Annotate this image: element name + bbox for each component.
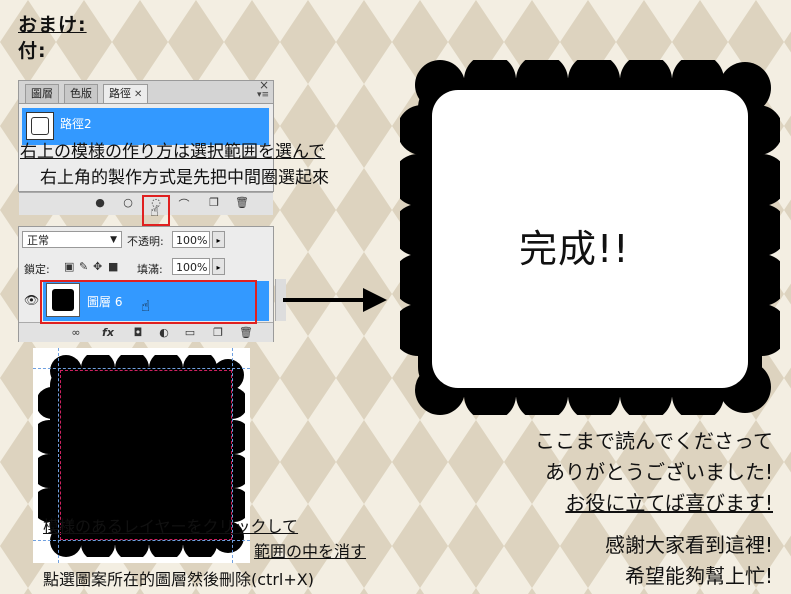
tab-paths[interactable]: 路徑 ✕ bbox=[103, 84, 149, 103]
tab-channels[interactable]: 色版 bbox=[64, 84, 98, 103]
step2-jp-annotation-a: 模様のあるレイヤーをクリックして bbox=[43, 517, 299, 536]
thanks-zh-line2: 希望能夠幫上忙! bbox=[624, 564, 773, 588]
stroke-path-icon[interactable]: ○ bbox=[121, 196, 135, 209]
fill-label: 填滿: bbox=[137, 263, 163, 276]
hand-cursor-icon: ☝ bbox=[150, 202, 160, 220]
lock-brush-icon[interactable]: ✎ bbox=[79, 260, 88, 273]
step2-zh-annotation: 點選圖案所在的圖層然後刪除(ctrl+X) bbox=[43, 570, 314, 589]
path-name: 路徑2 bbox=[60, 117, 92, 131]
close-icon[interactable]: ✕ bbox=[134, 89, 142, 100]
trash-icon[interactable]: 🗑 bbox=[239, 326, 253, 339]
lock-icon[interactable]: ■ bbox=[108, 260, 118, 273]
chevron-down-icon: ▼ bbox=[110, 235, 117, 245]
result-label: 完成!! bbox=[519, 227, 630, 271]
mask-icon[interactable]: ◘ bbox=[131, 326, 145, 339]
header-subtitle: 付: bbox=[18, 40, 47, 62]
opacity-field[interactable]: 100% bbox=[172, 231, 210, 248]
lock-transparent-icon[interactable]: ▣ bbox=[64, 260, 74, 273]
step2-jp-annotation-b: 範囲の中を消す bbox=[254, 542, 367, 561]
blend-mode-select[interactable]: 正常 ▼ bbox=[22, 231, 122, 248]
thanks-jp-line2: ありがとうございました! bbox=[544, 460, 773, 484]
group-icon[interactable]: ▭ bbox=[183, 326, 197, 339]
guide-line bbox=[33, 368, 250, 369]
arrow-head bbox=[363, 288, 387, 312]
trash-icon[interactable]: 🗑 bbox=[235, 196, 249, 209]
thanks-jp-line3: お役に立てば喜びます! bbox=[565, 491, 773, 515]
fill-arrow[interactable]: ▸ bbox=[212, 258, 225, 275]
path-thumbnail bbox=[26, 112, 54, 140]
lock-label: 鎖定: bbox=[24, 263, 50, 276]
panel-menu-icon[interactable]: ▾≡ bbox=[257, 90, 269, 100]
link-icon[interactable]: ∞ bbox=[69, 326, 83, 339]
make-path-icon[interactable]: ⌒ bbox=[177, 196, 191, 212]
opacity-arrow[interactable]: ▸ bbox=[212, 231, 225, 248]
arrow-right-icon bbox=[283, 298, 365, 302]
eye-icon[interactable]: 👁 bbox=[24, 293, 39, 307]
fill-field[interactable]: 100% bbox=[172, 258, 210, 275]
adjustment-icon[interactable]: ◐ bbox=[157, 326, 171, 339]
step1-jp-annotation: 右上の模様の作り方は選択範囲を選んで bbox=[20, 142, 326, 162]
new-path-icon[interactable]: ❐ bbox=[207, 196, 221, 209]
thanks-jp-line1: ここまで読んでくださって bbox=[535, 429, 773, 453]
fill-path-icon[interactable]: ● bbox=[93, 196, 107, 209]
hand-cursor-icon: ☝ bbox=[141, 297, 151, 315]
lock-move-icon[interactable]: ✥ bbox=[93, 260, 102, 273]
new-layer-icon[interactable]: ❐ bbox=[211, 326, 225, 339]
opacity-label: 不透明: bbox=[127, 235, 164, 248]
step1-zh-annotation: 右上角的製作方式是先把中間圈選起來 bbox=[40, 168, 329, 188]
header-title: おまけ: bbox=[18, 14, 87, 36]
fx-icon[interactable]: fx bbox=[101, 326, 115, 339]
tab-layers[interactable]: 圖層 bbox=[25, 84, 59, 103]
panel-tabs: 圖層 色版 路徑 ✕ × ▾≡ bbox=[19, 78, 273, 104]
layers-panel-footer: ∞ fx ◘ ◐ ▭ ❐ 🗑 bbox=[19, 322, 273, 342]
thanks-zh-line1: 感謝大家看到這裡! bbox=[604, 533, 773, 557]
guide-line bbox=[33, 540, 250, 541]
